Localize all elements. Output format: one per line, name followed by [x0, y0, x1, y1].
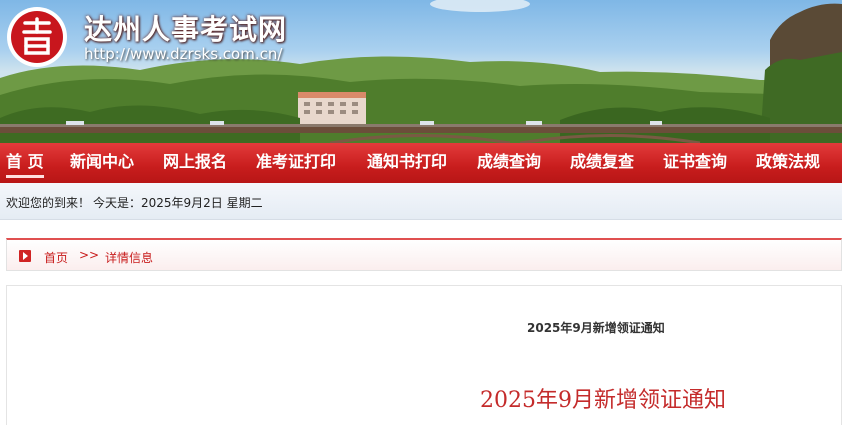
breadcrumb-current: 详情信息: [105, 251, 154, 265]
article-title: 2025年9月新增领证通知: [527, 321, 665, 335]
welcome-greeting: 欢迎您的到来！: [6, 196, 91, 210]
breadcrumb-separator: >>: [79, 248, 100, 262]
article-heading: 2025年9月新增领证通知: [480, 388, 726, 413]
site-logo[interactable]: [6, 6, 68, 68]
nav-item-certificate-query[interactable]: 证书查询: [663, 143, 727, 183]
nav-item-policies[interactable]: 政策法规: [756, 143, 820, 183]
nav-item-online-registration[interactable]: 网上报名: [163, 143, 227, 183]
nav-item-score-query[interactable]: 成绩查询: [477, 143, 541, 183]
site-url: http://www.dzrsks.com.cn/: [84, 45, 283, 63]
site-title: 达州人事考试网: [84, 13, 288, 46]
welcome-bar: 欢迎您的到来！ 今天是：2025年9月2日 星期二: [0, 183, 842, 220]
main-nav: 首 页 新闻中心 网上报名 准考证打印 通知书打印 成绩查询 成绩复查 证书查询…: [0, 143, 842, 183]
nav-item-admission-ticket[interactable]: 准考证打印: [256, 143, 336, 183]
nav-item-home[interactable]: 首 页: [6, 143, 44, 178]
play-arrow-icon: [19, 250, 31, 262]
nav-item-score-review[interactable]: 成绩复查: [570, 143, 634, 183]
nav-item-notice-print[interactable]: 通知书打印: [367, 143, 447, 183]
article-panel: 2025年9月新增领证通知 2025年9月新增领证通知: [6, 285, 842, 425]
current-date: 今天是：2025年9月2日 星期二: [93, 196, 263, 210]
site-banner: 达州人事考试网 http://www.dzrsks.com.cn/: [0, 0, 842, 143]
breadcrumb: 首页 >> 详情信息: [6, 238, 842, 271]
nav-item-news[interactable]: 新闻中心: [70, 143, 134, 183]
breadcrumb-home-link[interactable]: 首页: [44, 249, 68, 266]
